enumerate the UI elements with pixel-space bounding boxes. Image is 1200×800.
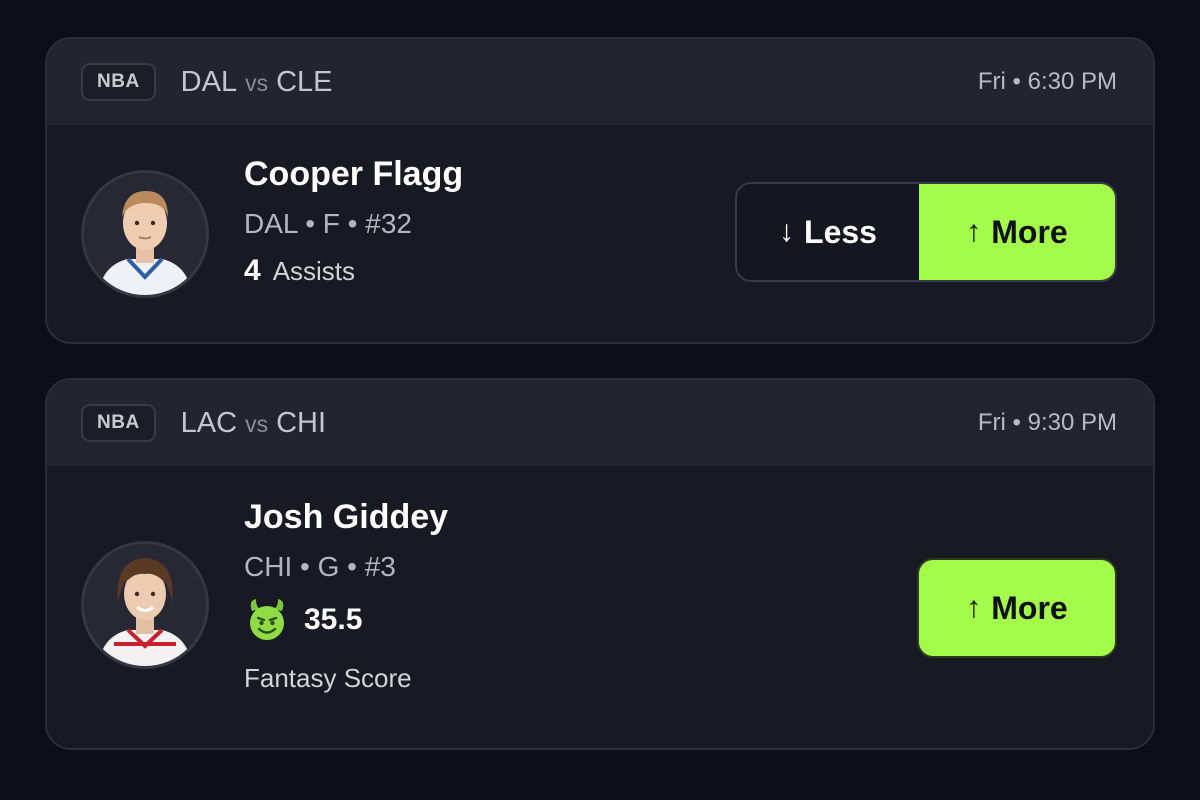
pick-toggle: ↓ Less ↑ More [735,182,1117,282]
devil-emoji-icon [250,599,284,640]
player-info: Cooper Flagg DAL • F • #32 4 Assists [244,155,463,288]
stat-line: 4 Assists [244,254,463,288]
stat-value: 35.5 [304,603,363,636]
card-header: NBA DAL vs CLE Fri • 6:30 PM [47,39,1153,125]
player-info: Josh Giddey CHI • G • #3 35.5 Fantasy Sc… [244,498,448,694]
team-home: CHI [276,406,327,439]
stat-label: Assists [272,255,356,286]
stat-line: 35.5 [244,597,448,643]
team-away: DAL [180,65,238,98]
player-meta: DAL • F • #32 [244,208,412,239]
more-label: More [991,213,1068,250]
arrow-up-icon: ↑ [966,215,982,248]
game-time: Fri • 6:30 PM [977,68,1117,95]
game-time: Fri • 9:30 PM [977,409,1117,436]
player-name[interactable]: Cooper Flagg [244,155,463,194]
team-away: LAC [180,406,238,439]
more-button[interactable]: ↑ More [919,184,1115,280]
arrow-up-icon: ↑ [966,591,982,624]
arrow-down-icon: ↓ [779,215,795,248]
league-badge: NBA [81,404,156,442]
player-headshot-icon [84,544,206,666]
player-avatar [81,170,209,298]
more-button[interactable]: ↑ More [917,558,1117,658]
stat-label: Fantasy Score [244,663,412,693]
team-home: CLE [276,65,333,98]
less-label: Less [804,213,877,250]
more-label: More [991,589,1068,626]
pick-card-giddey: NBA LAC vs CHI Fri • 9:30 PM Josh Giddey… [45,378,1155,750]
player-avatar [81,541,209,669]
less-button[interactable]: ↓ Less [737,184,919,280]
card-header: NBA LAC vs CHI Fri • 9:30 PM [47,380,1153,466]
vs-label: vs [245,410,269,437]
vs-label: vs [245,69,269,96]
pick-card-flagg: NBA DAL vs CLE Fri • 6:30 PM Cooper Flag… [45,37,1155,344]
player-name[interactable]: Josh Giddey [244,498,448,537]
player-meta: CHI • G • #3 [244,551,396,582]
stat-value: 4 [244,254,261,287]
league-badge: NBA [81,63,156,101]
matchup: LAC vs CHI [181,407,326,440]
matchup: DAL vs CLE [181,66,333,99]
player-headshot-icon [84,173,206,295]
